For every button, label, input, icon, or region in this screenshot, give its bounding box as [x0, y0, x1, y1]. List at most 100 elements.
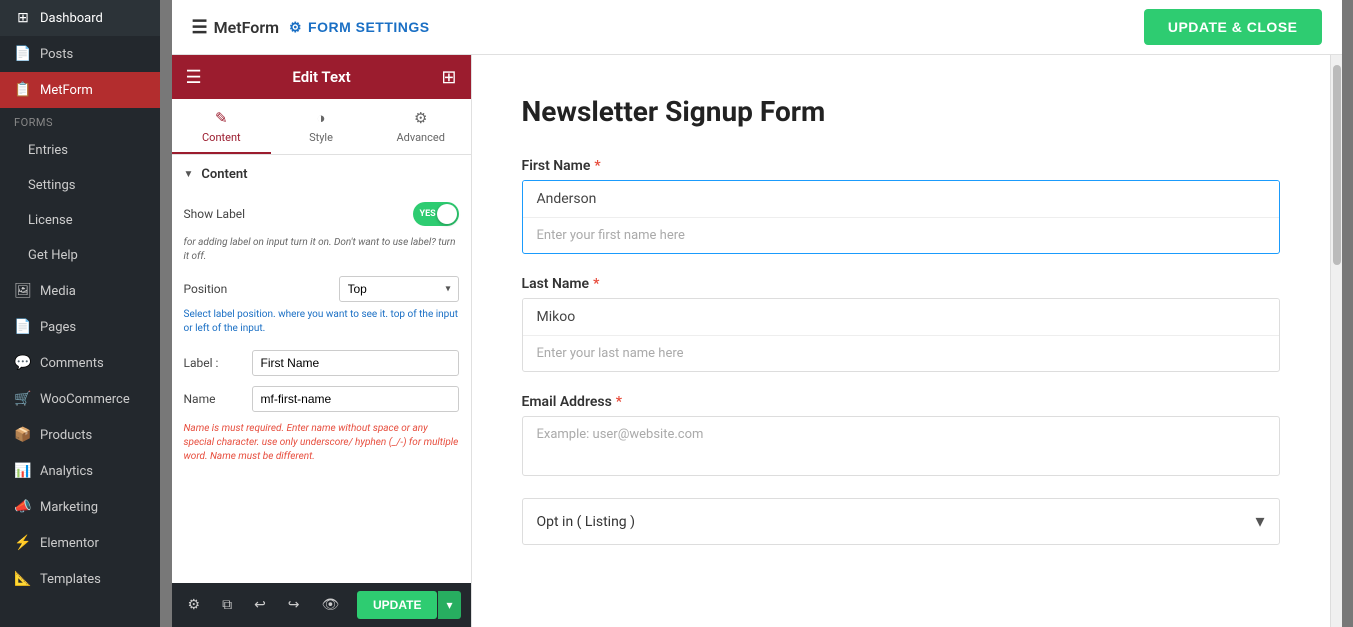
opt-in-chevron-icon: ▾ — [1255, 511, 1264, 532]
analytics-icon: 📊 — [14, 463, 32, 479]
sidebar-item-marketing[interactable]: 📣 Marketing — [0, 489, 160, 525]
position-label: Position — [184, 282, 228, 296]
toggle-yes-text: YES — [420, 209, 436, 219]
preview-scrollbar[interactable] — [1330, 55, 1342, 627]
sidebar: ⊞ Dashboard 📄 Posts 📋 MetForm Forms Entr… — [0, 0, 160, 627]
tab-content[interactable]: ✎ Content — [172, 99, 272, 154]
metform-bars-icon: ☰ — [192, 17, 208, 38]
gear-icon: ⚙ — [289, 19, 302, 36]
update-btn-group: UPDATE ▾ — [357, 591, 460, 619]
editor-header: ☰ Edit Text ⊞ — [172, 55, 471, 99]
form-settings-label: FORM SETTINGS — [308, 19, 430, 35]
opt-in-label: Opt in ( Listing ) — [537, 514, 636, 530]
form-field-email: Email Address * Example: user@website.co… — [522, 394, 1280, 476]
email-input-box[interactable]: Example: user@website.com — [522, 416, 1280, 476]
sidebar-item-elementor[interactable]: ⚡ Elementor — [0, 525, 160, 561]
posts-icon: 📄 — [14, 46, 32, 62]
last-name-label: Last Name * — [522, 276, 1280, 292]
sidebar-item-posts[interactable]: 📄 Posts — [0, 36, 160, 72]
sidebar-item-label: Entries — [28, 143, 68, 158]
sidebar-item-dashboard[interactable]: ⊞ Dashboard — [0, 0, 160, 36]
sidebar-item-label: Pages — [40, 320, 76, 335]
pages-icon: 📄 — [14, 319, 32, 335]
label-field-input[interactable] — [252, 350, 459, 376]
sidebar-item-get-help[interactable]: Get Help — [0, 238, 160, 273]
label-hint: for adding label on input turn it on. Do… — [184, 236, 459, 264]
footer-settings-icon[interactable]: ⚙ — [182, 593, 207, 617]
form-field-last-name: Last Name * Mikoo Enter your last name h… — [522, 276, 1280, 372]
metform-icon: 📋 — [14, 82, 32, 98]
opt-in-row[interactable]: Opt in ( Listing ) ▾ — [522, 498, 1280, 545]
sidebar-item-media[interactable]: 🖼 Media — [0, 273, 160, 309]
show-label-row: Show Label YES — [184, 202, 459, 226]
email-placeholder: Example: user@website.com — [523, 417, 1279, 452]
name-field-input[interactable] — [252, 386, 459, 412]
modal-overlay: ☰ MetForm ⚙ FORM SETTINGS UPDATE & CLOSE — [160, 0, 1353, 627]
first-name-placeholder: Enter your first name here — [523, 218, 1279, 253]
show-label-toggle[interactable]: YES — [413, 202, 459, 226]
sidebar-item-label: Analytics — [40, 464, 93, 479]
position-select-wrapper: Top Left Right — [339, 276, 459, 302]
metform-logo: ☰ MetForm — [192, 17, 279, 38]
templates-icon: 📐 — [14, 571, 32, 587]
update-close-button[interactable]: UPDATE & CLOSE — [1144, 9, 1322, 45]
first-name-required-star: * — [594, 158, 600, 174]
email-label: Email Address * — [522, 394, 1280, 410]
sidebar-item-license[interactable]: License — [0, 203, 160, 238]
modal-header: ☰ MetForm ⚙ FORM SETTINGS UPDATE & CLOSE — [172, 0, 1342, 55]
elementor-icon: ⚡ — [14, 535, 32, 551]
email-required-star: * — [616, 394, 622, 410]
name-field-label: Name — [184, 392, 244, 406]
footer-layers-icon[interactable]: ⧉ — [216, 593, 238, 617]
form-settings-button[interactable]: ⚙ FORM SETTINGS — [289, 19, 430, 36]
footer-redo-icon[interactable]: ↪ — [282, 593, 306, 617]
style-tab-label: Style — [309, 131, 333, 144]
update-button[interactable]: UPDATE — [357, 591, 437, 619]
toggle-knob — [437, 204, 457, 224]
last-name-value: Mikoo — [523, 299, 1279, 336]
content-tab-label: Content — [202, 131, 241, 144]
first-name-label: First Name * — [522, 158, 1280, 174]
show-label-label: Show Label — [184, 207, 246, 221]
sidebar-item-label: Products — [40, 428, 92, 443]
advanced-tab-label: Advanced — [396, 131, 444, 144]
modal-body: ☰ Edit Text ⊞ ✎ Content ◑ Style — [172, 55, 1342, 627]
sidebar-item-products[interactable]: 📦 Products — [0, 417, 160, 453]
last-name-placeholder: Enter your last name here — [523, 336, 1279, 371]
modal-header-left: ☰ MetForm ⚙ FORM SETTINGS — [192, 17, 430, 38]
section-arrow-icon: ▼ — [184, 169, 194, 180]
first-name-value: Anderson — [523, 181, 1279, 218]
sidebar-item-label: Settings — [28, 178, 75, 193]
sidebar-item-templates[interactable]: 📐 Templates — [0, 561, 160, 597]
tab-advanced[interactable]: ⚙ Advanced — [371, 99, 471, 154]
sidebar-item-label: Media — [40, 284, 76, 299]
name-input-row: Name — [184, 386, 459, 412]
sidebar-item-woocommerce[interactable]: 🛒 WooCommerce — [0, 381, 160, 417]
advanced-tab-icon: ⚙ — [414, 109, 427, 127]
label-field-label: Label : — [184, 356, 244, 370]
editor-grid-icon[interactable]: ⊞ — [441, 67, 456, 88]
first-name-input-box[interactable]: Anderson Enter your first name here — [522, 180, 1280, 254]
update-arrow-button[interactable]: ▾ — [438, 591, 460, 619]
sidebar-item-entries[interactable]: Entries — [0, 133, 160, 168]
sidebar-item-analytics[interactable]: 📊 Analytics — [0, 453, 160, 489]
editor-footer: ⚙ ⧉ ↩ ↪ 👁 UPDATE ▾ — [172, 583, 471, 627]
sidebar-item-settings[interactable]: Settings — [0, 168, 160, 203]
position-select[interactable]: Top Left Right — [339, 276, 459, 302]
footer-preview-icon[interactable]: 👁 — [316, 593, 346, 617]
sidebar-item-metform[interactable]: 📋 MetForm — [0, 72, 160, 108]
last-name-input-box[interactable]: Mikoo Enter your last name here — [522, 298, 1280, 372]
metform-logo-text: MetForm — [214, 18, 279, 37]
position-hint: Select label position. where you want to… — [184, 308, 459, 336]
editor-hamburger-icon[interactable]: ☰ — [186, 67, 202, 88]
woocommerce-icon: 🛒 — [14, 391, 32, 407]
section-title: Content — [201, 167, 247, 182]
editor-title: Edit Text — [292, 68, 350, 86]
tab-style[interactable]: ◑ Style — [271, 99, 371, 154]
form-title: Newsletter Signup Form — [522, 95, 1280, 128]
sidebar-item-comments[interactable]: 💬 Comments — [0, 345, 160, 381]
label-input-row: Label : — [184, 350, 459, 376]
comments-icon: 💬 — [14, 355, 32, 371]
footer-undo-icon[interactable]: ↩ — [248, 593, 272, 617]
sidebar-item-pages[interactable]: 📄 Pages — [0, 309, 160, 345]
